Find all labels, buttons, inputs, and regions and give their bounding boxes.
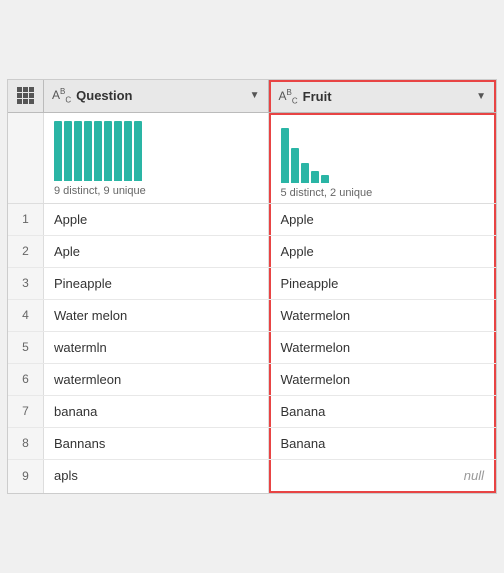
data-rows: 1AppleApple2ApleApple3PineapplePineapple… (8, 204, 496, 493)
abc-icon-question: ABC (52, 87, 71, 104)
question-value: Water melon (44, 300, 269, 331)
question-value: Apple (44, 204, 269, 235)
row-number: 3 (8, 268, 44, 299)
row-number: 9 (8, 460, 44, 493)
fruit-value: Apple (269, 236, 497, 267)
row-number: 5 (8, 332, 44, 363)
bar (281, 128, 289, 183)
fruit-value: Apple (269, 204, 497, 235)
row-number: 1 (8, 204, 44, 235)
data-table: ABC Question ▼ ABC Fruit ▼ 9 distinct, 9… (7, 79, 497, 493)
fruit-histogram: 5 distinct, 2 unique (269, 113, 497, 203)
bar (64, 121, 72, 181)
table-row: 8BannansBanana (8, 428, 496, 460)
table-row: 5watermlnWatermelon (8, 332, 496, 364)
bar (134, 121, 142, 181)
row-number: 2 (8, 236, 44, 267)
row-number: 4 (8, 300, 44, 331)
question-value: banana (44, 396, 269, 427)
fruit-value: Watermelon (269, 332, 497, 363)
question-value: watermleon (44, 364, 269, 395)
table-row: 2ApleApple (8, 236, 496, 268)
table-row: 1AppleApple (8, 204, 496, 236)
bar (321, 175, 329, 183)
bar (291, 148, 299, 183)
question-bars (54, 121, 142, 181)
fruit-value: Watermelon (269, 364, 497, 395)
table-row: 9apls null (8, 460, 496, 493)
histogram-row-num (8, 113, 44, 203)
bar (74, 121, 82, 181)
bar (84, 121, 92, 181)
question-column-header[interactable]: ABC Question ▼ (44, 80, 269, 111)
fruit-column-header[interactable]: ABC Fruit ▼ (269, 80, 497, 111)
grid-icon (17, 87, 34, 104)
row-number: 8 (8, 428, 44, 459)
fruit-value: Banana (269, 428, 497, 459)
question-histogram-label: 9 distinct, 9 unique (54, 185, 146, 197)
bar (124, 121, 132, 181)
question-value: watermln (44, 332, 269, 363)
bar (54, 121, 62, 181)
question-column-label: Question (76, 88, 249, 103)
fruit-value: null (269, 460, 497, 493)
question-value: Pineapple (44, 268, 269, 299)
fruit-bars (281, 123, 329, 183)
fruit-sort-arrow[interactable]: ▼ (476, 91, 486, 102)
bar (114, 121, 122, 181)
fruit-value: Pineapple (269, 268, 497, 299)
header-row: ABC Question ▼ ABC Fruit ▼ (8, 80, 496, 112)
row-num-header (8, 80, 44, 111)
question-value: Bannans (44, 428, 269, 459)
table-row: 4Water melonWatermelon (8, 300, 496, 332)
abc-icon-fruit: ABC (279, 88, 298, 105)
bar (94, 121, 102, 181)
bar (311, 171, 319, 183)
row-number: 7 (8, 396, 44, 427)
fruit-value: Watermelon (269, 300, 497, 331)
fruit-histogram-label: 5 distinct, 2 unique (281, 187, 373, 199)
question-value: apls (44, 460, 269, 493)
fruit-column-label: Fruit (303, 89, 476, 104)
question-value: Aple (44, 236, 269, 267)
table-row: 7bananaBanana (8, 396, 496, 428)
table-row: 3PineapplePineapple (8, 268, 496, 300)
null-value: null (281, 468, 485, 483)
histogram-row: 9 distinct, 9 unique 5 distinct, 2 uniqu… (8, 113, 496, 204)
table-row: 6watermleonWatermelon (8, 364, 496, 396)
question-sort-arrow[interactable]: ▼ (250, 90, 260, 101)
bar (301, 163, 309, 183)
question-histogram: 9 distinct, 9 unique (44, 113, 269, 203)
bar (104, 121, 112, 181)
fruit-value: Banana (269, 396, 497, 427)
row-number: 6 (8, 364, 44, 395)
